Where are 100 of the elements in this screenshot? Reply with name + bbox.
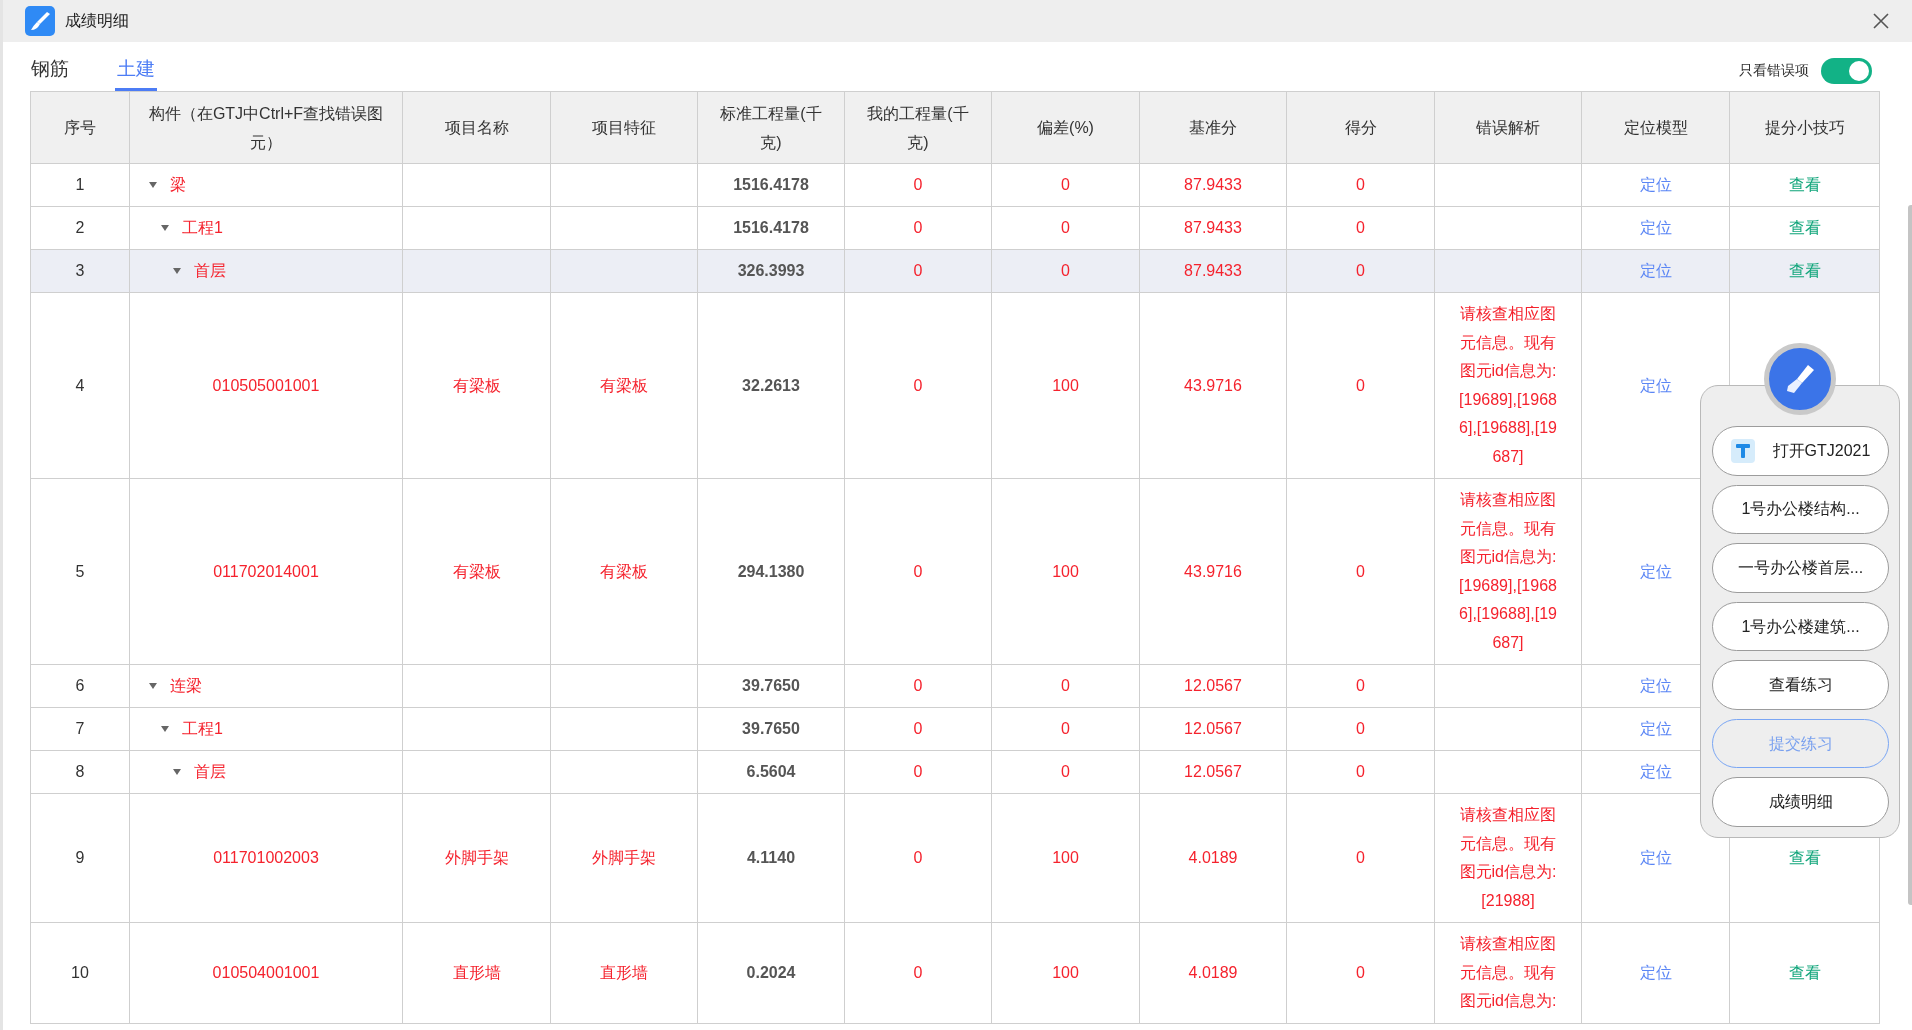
component-name: 010504001001	[212, 963, 320, 981]
item-name: 外脚手架	[444, 849, 509, 866]
menu-button[interactable]: 查看练习	[1712, 660, 1889, 710]
column-header: 项目特征	[550, 91, 698, 164]
view-link[interactable]: 查看	[1788, 960, 1821, 985]
score-value: 12.0567	[1184, 763, 1242, 780]
menu-button[interactable]: 提交练习	[1712, 718, 1889, 769]
locate-link[interactable]: 定位	[1639, 259, 1672, 283]
menu-button[interactable]: 一号办公楼首层...	[1712, 543, 1889, 593]
locate-link[interactable]: 定位	[1639, 674, 1672, 698]
quantity-value: 0	[913, 219, 923, 236]
score-value: 0	[1356, 219, 1365, 236]
locate-link[interactable]: 定位	[1639, 960, 1672, 985]
component-name: 连梁	[170, 676, 202, 696]
row-number: 2	[75, 219, 85, 236]
quantity-value: 6.5604	[746, 763, 796, 780]
score-value: 87.9433	[1184, 176, 1242, 193]
toggle-switch[interactable]	[1821, 57, 1872, 84]
caret-icon[interactable]	[148, 181, 158, 189]
deviation-value: 0	[1061, 763, 1070, 780]
score-value: 0	[1356, 562, 1365, 580]
menu-button[interactable]: 1号办公楼建筑...	[1712, 601, 1889, 652]
column-header: 定位模型	[1581, 91, 1730, 164]
app-icon	[1730, 438, 1755, 463]
score-value: 4.0189	[1188, 963, 1238, 981]
caret-icon[interactable]	[172, 267, 182, 275]
caret-icon[interactable]	[148, 682, 158, 690]
caret-icon[interactable]	[172, 768, 182, 776]
deviation-value: 0	[1061, 262, 1070, 279]
score-value: 87.9433	[1184, 219, 1242, 236]
menu-button[interactable]: 1号办公楼结构...	[1712, 484, 1889, 535]
quantity-value: 326.3993	[737, 262, 805, 279]
menu-button[interactable]: 成绩明细	[1712, 777, 1889, 828]
deviation-value: 100	[1052, 376, 1079, 394]
error-message: 请核查相应图元信息。现有图元id信息为:[21988]	[1458, 805, 1558, 911]
caret-icon[interactable]	[160, 725, 170, 733]
quantity-value: 0	[913, 376, 923, 394]
locate-link[interactable]: 定位	[1639, 373, 1672, 398]
row-number: 10	[71, 963, 89, 981]
column-header: 构件（在GTJ中Ctrl+F查找错误图元）	[129, 91, 403, 164]
deviation-value: 100	[1052, 963, 1079, 981]
locate-link[interactable]: 定位	[1639, 173, 1672, 197]
quantity-value: 39.7650	[742, 720, 800, 737]
view-link[interactable]: 查看	[1788, 846, 1821, 870]
quantity-value: 0	[913, 963, 923, 981]
score-value: 4.0189	[1188, 849, 1238, 866]
column-header: 项目名称	[402, 91, 551, 164]
quantity-value: 0	[913, 262, 923, 279]
row-number: 5	[75, 562, 85, 580]
view-link[interactable]: 查看	[1788, 173, 1821, 197]
window-title: 成绩明细	[65, 11, 129, 31]
view-link[interactable]: 查看	[1788, 259, 1821, 283]
item-name: 直形墙	[452, 963, 501, 981]
item-name: 有梁板	[452, 376, 501, 394]
locate-link[interactable]: 定位	[1639, 559, 1672, 584]
deviation-value: 0	[1061, 677, 1070, 694]
deviation-value: 100	[1052, 849, 1079, 866]
column-header: 基准分	[1139, 91, 1287, 164]
component-name: 010505001001	[212, 376, 320, 394]
quantity-value: 0	[913, 562, 923, 580]
quantity-value: 0.2024	[746, 963, 796, 981]
brush-icon	[25, 6, 55, 36]
locate-link[interactable]: 定位	[1639, 717, 1672, 741]
locate-link[interactable]: 定位	[1639, 846, 1672, 870]
caret-icon[interactable]	[160, 224, 170, 232]
row-number: 4	[75, 376, 85, 394]
tab[interactable]: 钢筋	[29, 58, 71, 91]
quantity-value: 0	[913, 677, 923, 694]
item-feature: 直形墙	[600, 963, 648, 981]
quantity-value: 1516.4178	[733, 219, 809, 236]
locate-link[interactable]: 定位	[1639, 760, 1672, 784]
column-header: 得分	[1286, 91, 1435, 164]
row-number: 6	[75, 677, 85, 694]
quantity-value: 4.1140	[746, 849, 796, 866]
quantity-value: 0	[913, 176, 923, 193]
error-message: 请核查相应图元信息。现有图元id信息为:	[1458, 934, 1558, 1011]
score-value: 12.0567	[1184, 677, 1242, 694]
quantity-value: 0	[913, 849, 923, 866]
score-value: 0	[1356, 963, 1365, 981]
view-link[interactable]: 查看	[1788, 216, 1821, 240]
component-name: 梁	[170, 175, 186, 195]
quantity-value: 32.2613	[742, 376, 800, 394]
error-message: 请核查相应图元信息。现有图元id信息为:[19689],[19686],[19688],[19687]	[1458, 304, 1558, 467]
column-header: 序号	[30, 91, 130, 164]
component-name: 工程1	[182, 719, 223, 739]
quantity-value: 1516.4178	[733, 176, 809, 193]
row-number: 3	[75, 262, 85, 279]
score-value: 0	[1356, 720, 1365, 737]
row-number: 9	[75, 849, 85, 866]
score-value: 43.9716	[1184, 376, 1242, 394]
deviation-value: 0	[1061, 720, 1070, 737]
component-name: 011702014001	[213, 562, 319, 580]
component-name: 首层	[194, 261, 226, 281]
locate-link[interactable]: 定位	[1639, 216, 1672, 240]
menu-button[interactable]: 打开GTJ2021	[1712, 426, 1889, 476]
column-header: 我的工程量(千克)	[844, 91, 992, 164]
score-value: 0	[1356, 849, 1365, 866]
item-feature: 外脚手架	[592, 849, 656, 866]
score-value: 0	[1356, 262, 1365, 279]
quantity-value: 0	[913, 720, 923, 737]
